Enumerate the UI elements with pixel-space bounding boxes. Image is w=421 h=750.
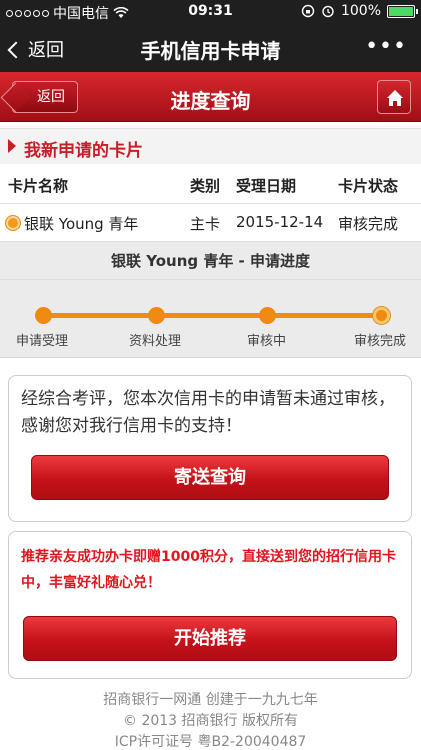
step-dot <box>35 307 52 324</box>
nav-title: 手机信用卡申请 <box>140 39 281 63</box>
card-date: 2015-12-14 <box>236 213 324 231</box>
footer: 招商银行一网通 创建于一九九七年 © 2013 招商银行 版权所有 ICP许可证… <box>0 690 421 750</box>
rotation-lock-icon <box>301 4 315 18</box>
progress-tracker: 申请受理 资料处理 审核中 审核完成 <box>0 280 421 358</box>
table-row[interactable]: 银联 Young 青年 主卡 2015-12-14 审核完成 <box>0 204 421 242</box>
footer-copyright: © 2013 招商银行 版权所有 <box>123 713 298 729</box>
step-label: 申请受理 <box>16 334 69 349</box>
section-title: 我新申请的卡片 <box>24 141 143 161</box>
home-icon <box>387 90 403 106</box>
step-label: 审核中 <box>247 334 287 349</box>
nav-bar: 返回 手机信用卡申请 ••• <box>0 24 421 72</box>
step-dot <box>259 307 276 324</box>
table-header: 卡片名称 类别 受理日期 卡片状态 <box>0 166 421 204</box>
triangle-right-icon <box>8 139 16 153</box>
step-label: 资料处理 <box>129 334 182 349</box>
battery-icon <box>387 4 418 18</box>
result-card: 经综合考评，您本次信用卡的申请暂未通过审核，感谢您对我行信用卡的支持！ 寄送查询 <box>8 375 412 522</box>
promo-card: 推荐亲友成功办卡即赠1000积分，直接送到您的招行信用卡中，丰富好礼随心兑！ 开… <box>8 531 412 679</box>
progress-title: 银联 Young 青年 - 申请进度 <box>0 242 421 280</box>
start-referral-button[interactable]: 开始推荐 <box>23 616 397 661</box>
status-bar: 中国电信 09:31 100% <box>0 0 421 24</box>
mail-query-button[interactable]: 寄送查询 <box>31 455 389 500</box>
card-status: 审核完成 <box>338 215 399 233</box>
page-header: 返回 进度查询 <box>0 72 421 122</box>
column-header: 受理日期 <box>236 177 297 195</box>
column-header: 卡片状态 <box>338 177 399 195</box>
step-dot <box>148 307 165 324</box>
page-title: 进度查询 <box>170 89 251 113</box>
column-header: 卡片名称 <box>8 177 69 195</box>
home-button[interactable] <box>377 80 411 114</box>
step-dot-current <box>373 307 390 324</box>
battery-percent: 100% <box>340 3 381 19</box>
result-message: 经综合考评，您本次信用卡的申请暂未通过审核，感谢您对我行信用卡的支持！ <box>21 389 395 436</box>
column-header: 类别 <box>190 177 221 195</box>
promo-message: 推荐亲友成功办卡即赠1000积分，直接送到您的招行信用卡中，丰富好礼随心兑！ <box>21 549 396 591</box>
card-type: 主卡 <box>190 215 221 233</box>
footer-line: 招商银行一网通 创建于一九九七年 <box>103 692 318 708</box>
more-menu-button[interactable]: ••• <box>365 36 407 58</box>
radio-selected-icon[interactable] <box>6 216 20 230</box>
step-label: 审核完成 <box>354 334 407 349</box>
progress-line <box>42 313 382 318</box>
footer-icp: ICP许可证号 粤B2-20040487 <box>114 734 307 750</box>
card-name: 银联 Young 青年 <box>24 215 139 233</box>
status-right: 100% <box>301 3 418 19</box>
section-header: 我新申请的卡片 <box>0 128 421 164</box>
alarm-icon <box>322 5 334 18</box>
